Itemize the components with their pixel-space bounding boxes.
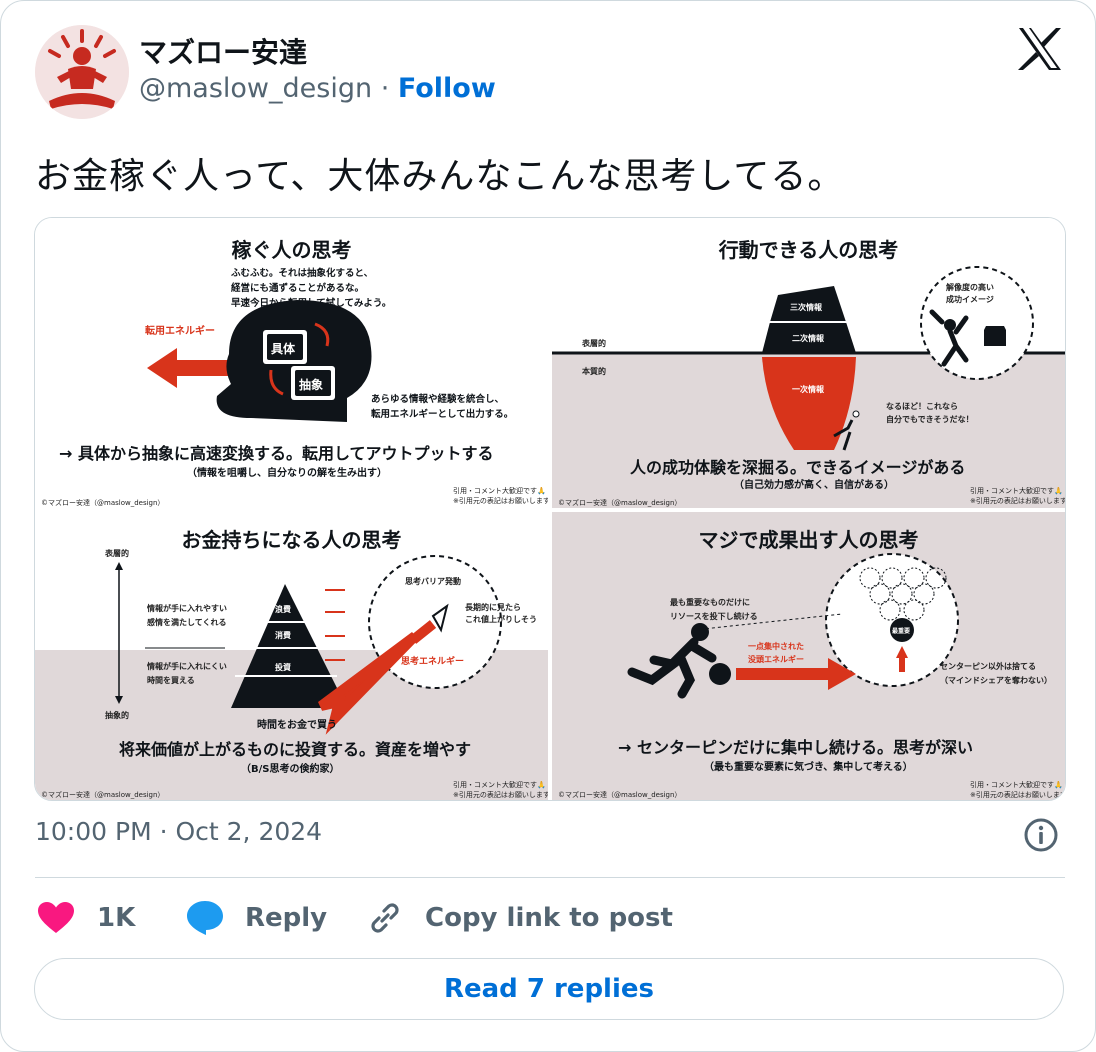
layer-3: 三次情報 (790, 303, 822, 312)
panel-wealth-thinking: お金持ちになる人の思考 表層的 抽象的 情報が手に入れやすい 感情を満たしてくれ… (35, 512, 548, 800)
note-line: 情報が手に入れやすい (147, 604, 227, 613)
left-top-note: 情報が手に入れやすい 感情を満たしてくれる (147, 602, 227, 630)
note-line: リソースを投下し続ける (670, 612, 758, 621)
bubble-line: 解像度の高い (946, 283, 994, 292)
follow-button[interactable]: Follow (398, 73, 496, 104)
reply-button[interactable]: Reply (185, 894, 327, 942)
tier-consume: 消費 (275, 631, 291, 640)
pin-label: 最重要 (892, 628, 911, 635)
author-handle[interactable]: @maslow_design (139, 73, 372, 104)
bubble-mid: 長期的に見たら これ値上がりしそう (465, 602, 537, 626)
panel-main-text: → 具体から抽象に高速変換する。転用してアウトプットする (59, 444, 494, 463)
heart-icon (38, 902, 74, 933)
speech-bubble-icon (187, 901, 223, 935)
notice-line: 引用・コメント大歓迎です🙏 (970, 781, 1063, 789)
surface-label: 表層的 (582, 339, 606, 348)
concrete-box: 具体 (271, 342, 296, 356)
layer-1: 一次情報 (792, 385, 824, 394)
panel-main-text: 将来価値が上がるものに投資する。資産を増やす (119, 740, 472, 759)
bubble-line: 成功イメージ (946, 295, 994, 304)
notice-line: ※引用元の表記はお願いします (970, 497, 1065, 505)
panel-sub-text: （自己効力感が高く、自信がある） (734, 480, 894, 491)
author-meta: @maslow_design · Follow (139, 73, 496, 104)
focus-note: 最も重要なものだけに リソースを投下し続ける (670, 596, 758, 624)
panel-title: マジで成果出す人の思考 (698, 528, 919, 552)
panel-earning-thinking: 稼ぐ人の思考 ふむふむ。それは抽象化すると、 経営にも通ずることがあるな。 早速… (35, 218, 548, 508)
panel-sub-text: （情報を咀嚼し、自分なりの解を生み出す） (187, 468, 387, 479)
copy-link-button[interactable]: Copy link to post (367, 894, 673, 942)
layer-2: 二次情報 (792, 334, 824, 343)
tier-waste: 浪費 (275, 605, 291, 614)
tweet-text: お金稼ぐ人って、大体みんなこんな思考してる。 (35, 156, 845, 197)
link-icon (371, 903, 399, 933)
notice-line: ※引用元の表記はお願いします (970, 791, 1065, 799)
bubble-text: 解像度の高い 成功イメージ (946, 282, 994, 306)
reply-label: Reply (245, 903, 328, 933)
note-line: 最も重要なものだけに (670, 598, 750, 607)
panel-action-thinking: 行動できる人の思考 表層的 本質的 三次情報 二次情報 一次情報 解像度の高い … (552, 218, 1065, 508)
like-button[interactable]: 1K (37, 894, 135, 942)
notice-text: 引用・コメント大歓迎です🙏 ※引用元の表記はお願いします (970, 780, 1065, 800)
credit-text: ©マズロー安達（@maslow_design） (558, 499, 682, 507)
bubble-energy: 思考エネルギー (401, 657, 465, 667)
panel-main-text: → センターピンだけに集中し続ける。思考が深い (618, 738, 973, 757)
notice-text: 引用・コメント大歓迎です🙏 ※引用元の表記はお願いします (453, 780, 548, 800)
note-line: 時間を買える (147, 676, 195, 685)
read-replies-button[interactable]: Read 7 replies (34, 958, 1064, 1020)
abstract-label: 抽象的 (105, 711, 129, 720)
abstract-box: 抽象 (299, 378, 324, 392)
tweet-media[interactable]: 稼ぐ人の思考 ふむふむ。それは抽象化すると、 経営にも通ずることがあるな。 早速… (34, 217, 1066, 801)
notice-line: ※引用元の表記はお願いします (453, 791, 548, 799)
note-line: 転用エネルギーとして出力する。 (371, 409, 514, 420)
left-bottom-note: 情報が手に入れにくい 時間を買える (147, 660, 227, 688)
surface-label: 表層的 (105, 549, 129, 558)
like-count: 1K (97, 903, 136, 933)
panel-sub-text: （最も重要な要素に気づき、集中して考える） (704, 762, 913, 773)
panel-title: 行動できる人の思考 (718, 238, 899, 262)
notice-line: 引用・コメント大歓迎です🙏 (970, 487, 1063, 495)
copy-link-label: Copy link to post (425, 903, 673, 933)
thought-text: なるほど！これなら 自分でもできそうだな！ (886, 400, 974, 426)
bubble-line: 長期的に見たら (465, 603, 521, 612)
energy-line: 一点集中された (748, 642, 804, 651)
note-line: 情報が手に入れにくい (147, 662, 227, 671)
note-line: センターピン以外は捨てる (940, 662, 1036, 671)
panel-divider (35, 508, 1065, 512)
energy-line: 没頭エネルギー (748, 655, 804, 664)
side-note: あらゆる情報や経験を統合し、 転用エネルギーとして出力する。 (371, 392, 513, 422)
x-logo-icon[interactable] (1017, 27, 1063, 71)
notice-line: ※引用元の表記はお願いします (453, 497, 548, 505)
author-name[interactable]: マズロー安達 (139, 31, 307, 71)
note-line: 感情を満たしてくれる (147, 618, 227, 627)
panel-results-thinking: マジで成果出す人の思考 最も重要なものだけに リソースを投下し続ける 一点集中さ… (552, 512, 1065, 800)
credit-text: ©マズロー安達（@maslow_design） (558, 791, 682, 799)
panel-main-text: 人の成功体験を深掘る。できるイメージがある (630, 458, 966, 477)
post-timestamp[interactable]: 10:00 PM · Oct 2, 2024 (35, 817, 322, 846)
credit-text: ©マズロー安達（@maslow_design） (41, 499, 165, 507)
info-icon[interactable] (1023, 817, 1059, 853)
meditation-avatar-icon (35, 25, 129, 119)
note-line: あらゆる情報や経験を統合し、 (371, 394, 505, 405)
note-line: （マインドシェアを奪わない） (940, 676, 1052, 685)
under-label: 時間をお金で買う (257, 720, 337, 731)
essence-label: 本質的 (582, 367, 606, 376)
author-avatar[interactable] (35, 25, 129, 119)
energy-label: 一点集中された 没頭エネルギー (748, 640, 804, 666)
notice-text: 引用・コメント大歓迎です🙏 ※引用元の表記はお願いします (453, 486, 548, 506)
thought-line: なるほど！これなら (886, 402, 958, 411)
divider (35, 877, 1065, 878)
notice-text: 引用・コメント大歓迎です🙏 ※引用元の表記はお願いします (970, 486, 1065, 506)
tweet-card: マズロー安達 @maslow_design · Follow お金稼ぐ人って、大… (0, 0, 1096, 1052)
bubble-top: 思考バリア発動 (405, 577, 461, 586)
notice-line: 引用・コメント大歓迎です🙏 (453, 781, 546, 789)
notice-line: 引用・コメント大歓迎です🙏 (453, 487, 546, 495)
pin-note: センターピン以外は捨てる （マインドシェアを奪わない） (940, 660, 1052, 688)
credit-text: ©マズロー安達（@maslow_design） (41, 791, 165, 799)
panel-sub-text: （B/S思考の倹約家） (241, 764, 340, 775)
thought-line: 自分でもできそうだな！ (886, 415, 974, 424)
bubble-line: これ値上がりしそう (465, 615, 537, 624)
tier-invest: 投資 (275, 663, 291, 672)
meta-separator: · (380, 73, 390, 104)
